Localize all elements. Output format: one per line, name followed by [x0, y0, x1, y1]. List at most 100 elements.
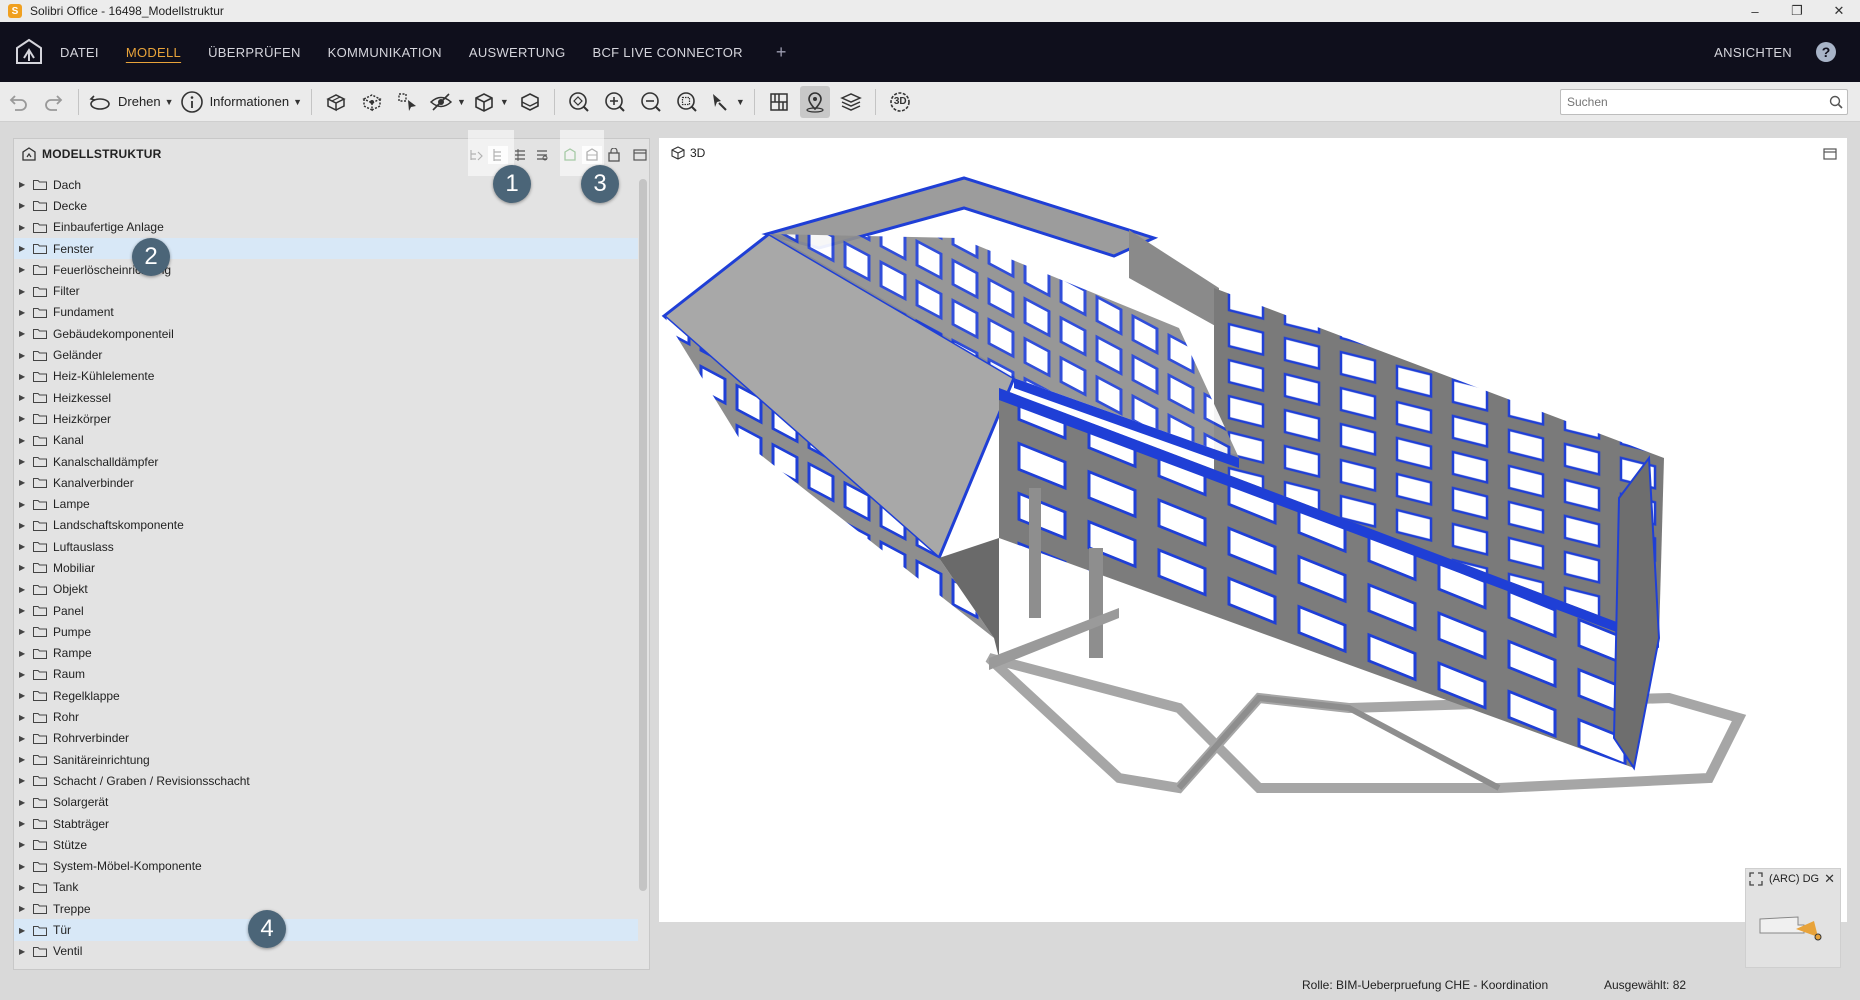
expand-arrow-icon[interactable]: ▶	[19, 606, 25, 615]
expand-arrow-icon[interactable]: ▶	[19, 627, 25, 636]
expand-arrow-icon[interactable]: ▶	[19, 521, 25, 530]
tree-item[interactable]: ▶ Fundament	[14, 302, 638, 323]
tree-item[interactable]: ▶ Dach	[14, 174, 638, 195]
expand-arrow-icon[interactable]: ▶	[19, 585, 25, 594]
expand-arrow-icon[interactable]: ▶	[19, 926, 25, 935]
expand-arrow-icon[interactable]: ▶	[19, 947, 25, 956]
tree-item[interactable]: ▶ Sanitäreinrichtung	[14, 749, 638, 770]
expand-arrow-icon[interactable]: ▶	[19, 329, 25, 338]
expand-arrow-icon[interactable]: ▶	[19, 649, 25, 658]
expand-arrow-icon[interactable]: ▶	[19, 180, 25, 189]
expand-arrow-icon[interactable]: ▶	[19, 670, 25, 679]
expand-arrow-icon[interactable]: ▶	[19, 734, 25, 743]
close-icon[interactable]: ✕	[1824, 871, 1835, 887]
tree-item[interactable]: ▶ Feuerlöscheinrichtung	[14, 259, 638, 280]
menu-ansichten[interactable]: ANSICHTEN	[1714, 45, 1792, 60]
zoom-selection-icon[interactable]	[672, 86, 702, 118]
add-tab-button[interactable]: +	[776, 42, 787, 63]
tree-item[interactable]: ▶ Geländer	[14, 344, 638, 365]
search-box[interactable]	[1560, 89, 1848, 115]
expand-arrow-icon[interactable]: ▶	[19, 223, 25, 232]
layers-icon[interactable]	[836, 86, 866, 118]
tree-item[interactable]: ▶ Treppe	[14, 898, 638, 919]
tree-item[interactable]: ▶ Solargerät	[14, 792, 638, 813]
redo-icon[interactable]	[39, 86, 69, 118]
visibility-icon[interactable]: ▼	[429, 86, 466, 118]
tree-item[interactable]: ▶ Rohrverbinder	[14, 728, 638, 749]
panel-scrollbar[interactable]	[639, 179, 647, 891]
tree-item[interactable]: ▶ Stabträger	[14, 813, 638, 834]
menu-auswertung[interactable]: AUSWERTUNG	[469, 45, 566, 60]
expand-arrow-icon[interactable]: ▶	[19, 265, 25, 274]
zoom-out-icon[interactable]	[636, 86, 666, 118]
menu-datei[interactable]: DATEI	[60, 45, 99, 60]
tree-item[interactable]: ▶ Filter	[14, 280, 638, 301]
tree-item[interactable]: ▶ Tür	[14, 919, 638, 941]
expand-arrow-icon[interactable]: ▶	[19, 755, 25, 764]
menu-bcf-live-connector[interactable]: BCF LIVE CONNECTOR	[593, 45, 743, 60]
location-icon[interactable]	[799, 85, 830, 118]
location-tree-icon[interactable]	[532, 146, 552, 164]
search-input[interactable]	[1561, 91, 1825, 113]
expand-arrow-icon[interactable]: ▶	[19, 713, 25, 722]
3d-viewport[interactable]: 3D	[659, 138, 1847, 922]
expand-arrow-icon[interactable]: ▶	[19, 542, 25, 551]
expand-arrow-icon[interactable]: ▶	[19, 414, 25, 423]
search-icon[interactable]	[1825, 95, 1847, 109]
tree-item[interactable]: ▶ Landschaftskomponente	[14, 515, 638, 536]
expand-arrow-icon[interactable]: ▶	[19, 883, 25, 892]
expand-arrow-icon[interactable]: ▶	[19, 372, 25, 381]
tree-item[interactable]: ▶ Kanalverbinder	[14, 472, 638, 493]
restore-button[interactable]: ❐	[1776, 0, 1818, 22]
select-components-icon[interactable]	[393, 86, 423, 118]
help-icon[interactable]: ?	[1816, 42, 1836, 62]
tree-item[interactable]: ▶ Objekt	[14, 579, 638, 600]
tree-item[interactable]: ▶ Mobiliar	[14, 557, 638, 578]
building-model[interactable]	[659, 138, 1847, 922]
menu-modell[interactable]: MODELL	[126, 45, 181, 60]
tree-item[interactable]: ▶ Heizkörper	[14, 408, 638, 429]
tree-item[interactable]: ▶ Gebäudekomponenteil	[14, 323, 638, 344]
expand-arrow-icon[interactable]: ▶	[19, 287, 25, 296]
tree-item[interactable]: ▶ Fenster	[14, 237, 638, 260]
lock-icon[interactable]	[604, 146, 624, 164]
tree-item[interactable]: ▶ Luftauslass	[14, 536, 638, 557]
expand-arrow-icon[interactable]: ▶	[19, 691, 25, 700]
zoom-in-icon[interactable]	[600, 86, 630, 118]
view-cube-icon[interactable]: ▼	[472, 86, 509, 118]
expand-arrow-icon[interactable]: ▶	[19, 351, 25, 360]
rotate-button[interactable]: Drehen ▼	[88, 86, 174, 118]
tree-item[interactable]: ▶ Heiz-Kühlelemente	[14, 366, 638, 387]
info-button[interactable]: Informationen ▼	[180, 86, 302, 118]
expand-arrow-icon[interactable]: ▶	[19, 393, 25, 402]
expand-arrow-icon[interactable]: ▶	[19, 478, 25, 487]
tree-item[interactable]: ▶ Einbaufertige Anlage	[14, 217, 638, 238]
tree-item[interactable]: ▶ Raum	[14, 664, 638, 685]
tree-item[interactable]: ▶ Panel	[14, 600, 638, 621]
expand-arrow-icon[interactable]: ▶	[19, 244, 25, 253]
minimize-button[interactable]: –	[1734, 0, 1776, 22]
tree-item[interactable]: ▶ Rohr	[14, 706, 638, 727]
panel-collapse-icon[interactable]	[630, 146, 649, 164]
menu-kommunikation[interactable]: KOMMUNIKATION	[328, 45, 442, 60]
expand-arrow-icon[interactable]: ▶	[19, 563, 25, 572]
tree-item[interactable]: ▶ Decke	[14, 195, 638, 216]
expand-arrow-icon[interactable]: ▶	[19, 457, 25, 466]
expand-arrow-icon[interactable]: ▶	[19, 436, 25, 445]
tree-item[interactable]: ▶ Kanalschalldämpfer	[14, 451, 638, 472]
hide-icon[interactable]	[357, 86, 387, 118]
tree-item[interactable]: ▶ Lampe	[14, 493, 638, 514]
tree-item[interactable]: ▶ Stütze	[14, 834, 638, 855]
section-box-icon[interactable]	[515, 86, 545, 118]
expand-arrow-icon[interactable]: ▶	[19, 862, 25, 871]
floor-plan-icon[interactable]	[764, 86, 794, 118]
pick-tool-icon[interactable]: ▼	[708, 86, 745, 118]
tree-item[interactable]: ▶ Schacht / Graben / Revisionsschacht	[14, 770, 638, 791]
expand-arrow-icon[interactable]: ▶	[19, 776, 25, 785]
expand-arrow-icon[interactable]: ▶	[19, 308, 25, 317]
close-button[interactable]: ✕	[1818, 0, 1860, 22]
expand-arrow-icon[interactable]: ▶	[19, 904, 25, 913]
expand-arrow-icon[interactable]: ▶	[19, 798, 25, 807]
tree-item[interactable]: ▶ Ventil	[14, 941, 638, 962]
tree-item[interactable]: ▶ Kanal	[14, 430, 638, 451]
